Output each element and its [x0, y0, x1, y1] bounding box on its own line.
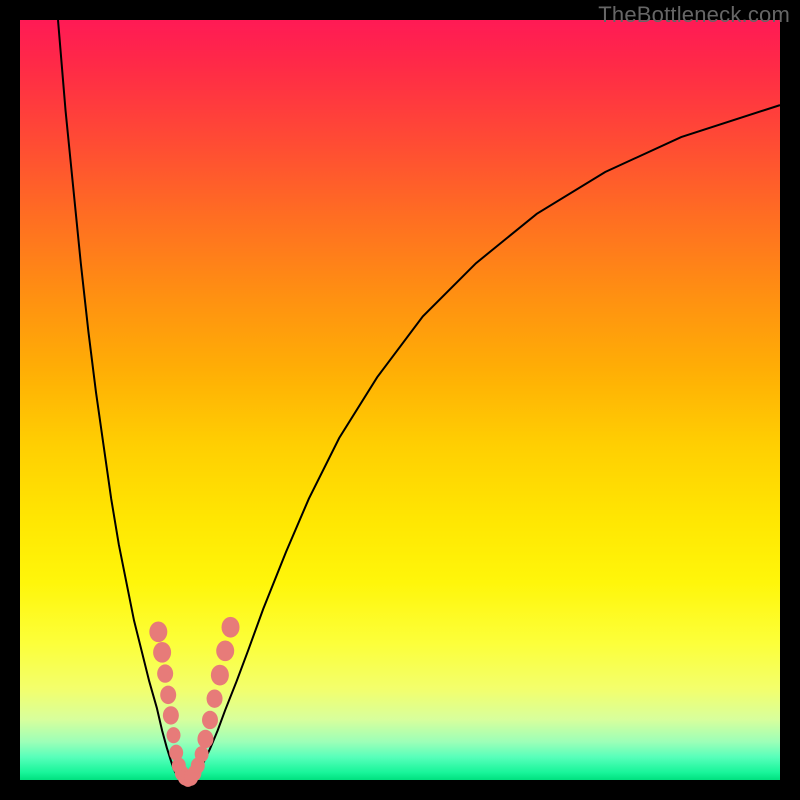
highlight-dot: [163, 706, 179, 724]
highlight-dot: [167, 727, 181, 743]
chart-frame: TheBottleneck.com: [0, 0, 800, 800]
highlight-dot: [157, 664, 173, 682]
chart-plot-area: [20, 20, 780, 780]
highlight-dot: [197, 730, 213, 748]
highlight-dot: [195, 746, 209, 762]
highlight-dot: [207, 689, 223, 707]
highlight-dot: [153, 642, 171, 663]
highlight-dot: [149, 621, 167, 642]
highlight-dot: [160, 686, 176, 704]
highlight-dot: [216, 640, 234, 661]
chart-svg: [20, 20, 780, 780]
watermark-label: TheBottleneck.com: [598, 2, 790, 28]
highlight-dot: [222, 617, 240, 638]
highlight-dots-group: [149, 617, 239, 787]
highlight-dot: [211, 665, 229, 686]
highlight-dot: [202, 711, 218, 729]
